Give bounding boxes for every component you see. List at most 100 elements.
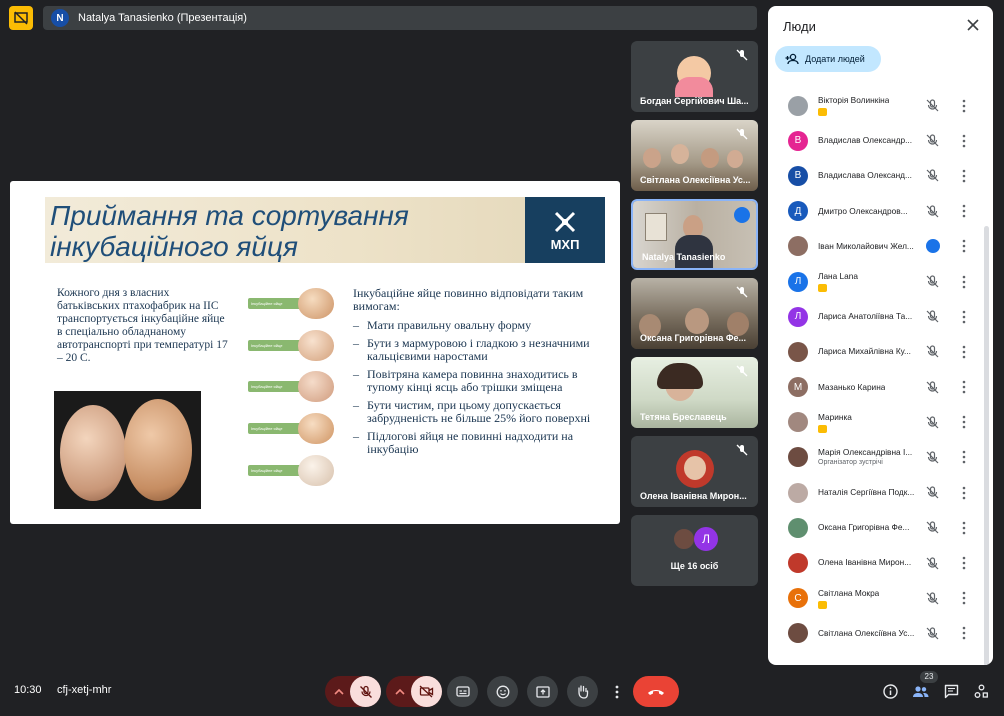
chat-icon[interactable] [944, 684, 959, 699]
participant-tile-active[interactable]: Natalya Tanasienko [631, 199, 758, 270]
chevron-up-icon[interactable] [395, 688, 405, 696]
reactions-button[interactable] [487, 676, 518, 707]
mic-off-icon[interactable] [926, 486, 939, 499]
meeting-code: cfj-xetj-mhr [57, 684, 112, 696]
person-row[interactable]: Л Лариса Анатоліївна Та... [768, 299, 982, 334]
more-vert-icon[interactable] [961, 626, 967, 640]
more-vert-icon[interactable] [961, 310, 967, 324]
more-participants-tile[interactable]: Л Ще 16 осіб [631, 515, 758, 586]
participant-tile[interactable]: Світлана Олексіївна Ус... [631, 120, 758, 191]
mic-off-icon [736, 49, 748, 61]
person-avatar: Л [788, 271, 808, 292]
mic-off-icon[interactable] [926, 556, 939, 570]
people-panel: Люди Додати людей Вікторія Волинкіна В Вла… [768, 6, 993, 665]
more-vert-icon[interactable] [961, 239, 967, 253]
mic-off-icon[interactable] [926, 275, 939, 288]
more-vert-icon[interactable] [961, 345, 967, 359]
mic-off-icon[interactable] [926, 345, 939, 358]
more-vert-icon[interactable] [961, 204, 967, 218]
participant-name: Олена Іванівна Мирон... [640, 491, 747, 501]
more-options-button[interactable] [607, 676, 627, 707]
participant-name: Оксана Григорівна Фе... [640, 333, 747, 343]
present-button[interactable] [527, 676, 558, 707]
more-vert-icon[interactable] [961, 275, 967, 289]
person-row[interactable]: Вікторія Волинкіна [768, 88, 982, 123]
person-row[interactable]: Олена Іванівна Мирон... [768, 545, 982, 580]
end-call-button[interactable] [633, 676, 679, 707]
participant-name: Тетяна Бреславець [640, 412, 727, 422]
mic-off-icon[interactable] [926, 169, 939, 182]
person-row[interactable]: Маринка [768, 405, 982, 440]
person-row[interactable]: Л Лана Lana [768, 264, 982, 299]
people-icon[interactable] [912, 685, 929, 698]
hand-icon [578, 685, 589, 699]
person-avatar [788, 553, 808, 574]
slide-title: Приймання та сортування інкубаційного яй… [50, 200, 409, 262]
person-row[interactable]: Лариса Михайлівна Ку... [768, 334, 982, 369]
person-row[interactable]: С Світлана Мокра [768, 581, 982, 616]
captions-button[interactable] [447, 676, 478, 707]
camera-off-icon [419, 685, 434, 698]
mic-toggle-button[interactable] [350, 676, 381, 707]
mic-off-icon[interactable] [926, 99, 939, 112]
mic-off-icon[interactable] [926, 521, 939, 534]
close-icon[interactable] [965, 17, 981, 33]
person-name: Владислава Олександ... [818, 170, 912, 181]
eggs-photo [54, 391, 201, 509]
presentation-icon[interactable] [9, 6, 33, 30]
person-row[interactable]: Світлана Олексіївна Ус... [768, 616, 982, 651]
mic-off-icon[interactable] [926, 627, 939, 640]
mic-off-icon[interactable] [926, 451, 939, 464]
more-vert-icon[interactable] [961, 134, 967, 148]
participant-tile[interactable]: Богдан Сергійович Ша... [631, 41, 758, 112]
participant-tile[interactable]: Тетяна Бреславець [631, 357, 758, 428]
person-role: Організатор зустрічі [818, 458, 883, 466]
person-name: Оксана Григорівна Фе... [818, 522, 910, 533]
add-people-button[interactable]: Додати людей [775, 46, 881, 72]
mic-off-icon[interactable] [926, 592, 939, 605]
person-row[interactable]: В Владислава Олександ... [768, 158, 982, 193]
more-vert-icon[interactable] [961, 486, 967, 500]
mic-off-icon[interactable] [926, 310, 939, 323]
screen-share-off-icon [14, 11, 28, 25]
presenter-bar: N Natalya Tanasienko (Презентація) [43, 6, 757, 30]
egg-icon [298, 288, 334, 319]
more-vert-icon[interactable] [961, 415, 967, 429]
info-icon[interactable] [883, 684, 898, 699]
chevron-up-icon[interactable] [334, 688, 344, 696]
person-row[interactable]: М Мазанько Карина [768, 370, 982, 405]
person-row[interactable]: Оксана Григорівна Фе... [768, 510, 982, 545]
more-vert-icon[interactable] [961, 99, 967, 113]
participant-tile[interactable]: Оксана Григорівна Фе... [631, 278, 758, 349]
more-vert-icon[interactable] [961, 380, 967, 394]
more-vert-icon[interactable] [961, 591, 967, 605]
mic-control-group [325, 676, 381, 707]
person-row[interactable]: Іван Миколайович Жел... [768, 229, 982, 264]
more-vert-icon [615, 685, 619, 698]
more-vert-icon[interactable] [961, 169, 967, 183]
person-row[interactable]: Марія Олександрівна І... Організатор зуст… [768, 440, 982, 475]
more-vert-icon[interactable] [961, 521, 967, 535]
mic-off-icon[interactable] [926, 416, 939, 429]
mic-off-icon[interactable] [926, 380, 939, 394]
person-row[interactable]: В Владислав Олександр... [768, 123, 982, 158]
people-list: Вікторія Волинкіна В Владислав Олександр..… [768, 88, 982, 651]
host-badge-icon [818, 600, 827, 609]
person-row[interactable]: Наталія Сергіївна Подк... [768, 475, 982, 510]
people-scrollbar[interactable] [984, 226, 989, 665]
more-vert-icon[interactable] [961, 450, 967, 464]
clock: 10:30 [14, 684, 42, 696]
participant-tile[interactable]: Олена Іванівна Мирон... [631, 436, 758, 507]
camera-toggle-button[interactable] [411, 676, 442, 707]
more-vert-icon[interactable] [961, 556, 967, 570]
mic-off-icon[interactable] [926, 134, 939, 147]
person-name: Світлана Мокра [818, 587, 880, 598]
requirement-item: Бути чистим, при цьому допускається забр… [353, 399, 603, 425]
egg-item: Інкубаційне яйце [248, 455, 338, 487]
person-row[interactable]: Д Дмитро Олександров... [768, 194, 982, 229]
activities-icon[interactable] [974, 684, 989, 699]
person-avatar [788, 447, 808, 468]
mic-off-icon[interactable] [926, 205, 939, 218]
add-people-label: Додати людей [805, 54, 865, 64]
raise-hand-button[interactable] [567, 676, 598, 707]
